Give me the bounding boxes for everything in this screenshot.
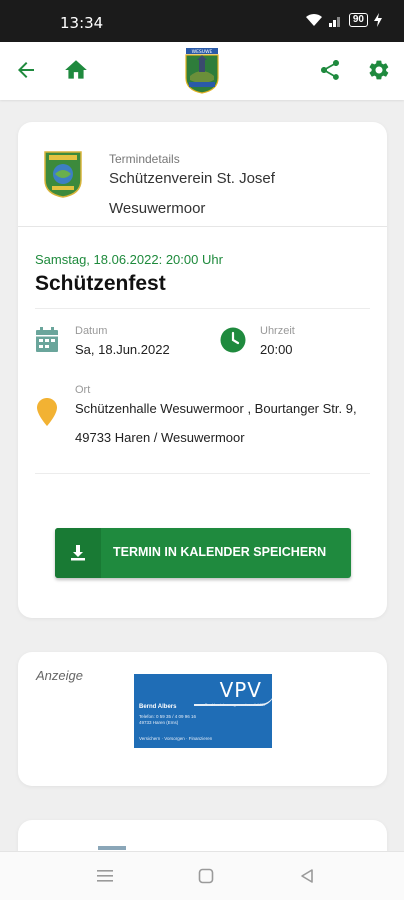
club-name: Schützenverein St. Josef xyxy=(109,170,275,187)
menu-icon[interactable] xyxy=(95,866,115,886)
calendar-icon xyxy=(35,327,59,358)
ad-contact: Telefon: 0 59 35 / 4 09 96 16 49733 Hare… xyxy=(139,714,196,726)
next-card-logo-fragment xyxy=(98,846,126,850)
section-label: Termindetails xyxy=(109,152,180,166)
event-title: Schützenfest xyxy=(35,272,166,295)
charging-icon xyxy=(374,13,382,27)
download-icon xyxy=(55,528,101,578)
status-bar: 13:34 90 xyxy=(0,0,404,42)
divider xyxy=(35,308,370,309)
status-icons: 90 xyxy=(305,13,382,27)
signal-icon xyxy=(328,17,340,27)
location-line1[interactable]: Schützenhalle Wesuwermoor , Bourtanger S… xyxy=(75,401,357,416)
time-value: 20:00 xyxy=(260,342,293,357)
event-date-time: Samstag, 18.06.2022: 20:00 Uhr xyxy=(35,252,223,267)
ad-contact-line: 49733 Haren (Ems) xyxy=(139,720,179,725)
ad-label: Anzeige xyxy=(36,668,83,683)
ad-brand: VPV xyxy=(219,678,262,702)
share-icon[interactable] xyxy=(316,56,344,84)
back-triangle-icon[interactable] xyxy=(297,866,317,886)
ad-banner[interactable]: VPV Der Versicherungsverein seit 1827 Be… xyxy=(134,674,272,748)
app-bar: WESUWE xyxy=(0,42,404,100)
club-crest xyxy=(43,150,83,198)
system-nav-bar xyxy=(0,851,404,900)
battery-icon: 90 xyxy=(348,13,368,27)
divider xyxy=(35,473,370,474)
club-place: Wesuwermoor xyxy=(109,200,206,217)
status-time: 13:34 xyxy=(60,14,104,32)
divider xyxy=(18,226,387,227)
ad-card: Anzeige VPV Der Versicherungsverein seit… xyxy=(18,652,387,786)
back-arrow-icon[interactable] xyxy=(12,56,40,84)
settings-icon[interactable] xyxy=(365,56,393,84)
location-pin-icon xyxy=(37,398,57,431)
clock-icon xyxy=(220,327,246,358)
home-square-icon[interactable] xyxy=(196,866,216,886)
event-detail-card: Termindetails Schützenverein St. Josef W… xyxy=(18,122,387,618)
date-label: Datum xyxy=(75,325,108,337)
club-logo[interactable]: WESUWE xyxy=(185,48,219,94)
home-icon[interactable] xyxy=(62,56,90,84)
logo-text: WESUWE xyxy=(192,49,213,55)
save-button-label: TERMIN IN KALENDER SPEICHERN xyxy=(113,545,327,559)
time-label: Uhrzeit xyxy=(260,325,295,337)
ad-footer: Versichern · Vorsorgen · Finanzieren xyxy=(139,736,213,741)
location-line2[interactable]: 49733 Haren / Wesuwermoor xyxy=(75,430,245,445)
date-value: Sa, 18.Jun.2022 xyxy=(75,342,170,357)
location-label: Ort xyxy=(75,384,91,396)
save-to-calendar-button[interactable]: TERMIN IN KALENDER SPEICHERN xyxy=(55,528,351,578)
ad-person: Bernd Albers xyxy=(139,704,177,710)
wifi-icon xyxy=(305,13,322,26)
ad-tagline: Der Versicherungsverein seit 1827 xyxy=(204,702,266,707)
